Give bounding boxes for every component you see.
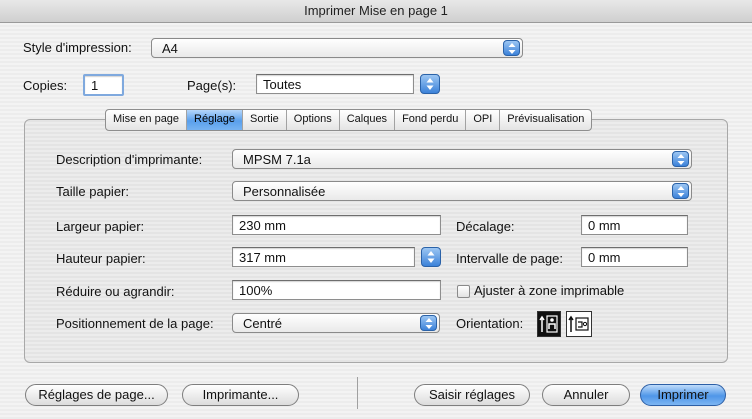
tab-bar: Mise en page Réglage Sortie Options Calq… — [105, 109, 593, 131]
copies-label: Copies: — [23, 78, 68, 93]
tab-options[interactable]: Options — [287, 110, 340, 130]
positioning-value: Centré — [243, 316, 283, 331]
updown-arrows-icon — [427, 251, 435, 263]
pages-label: Page(s): — [187, 78, 237, 93]
window-title: Imprimer Mise en page 1 — [304, 3, 448, 18]
cancel-button[interactable]: Annuler — [542, 384, 630, 406]
print-dialog: Style d'impression: A4 Copies: 1 Page(s)… — [0, 23, 752, 419]
capture-settings-button[interactable]: Saisir réglages — [414, 384, 530, 406]
print-style-select[interactable]: A4 — [151, 38, 523, 58]
window-title-bar: Imprimer Mise en page 1 — [0, 0, 752, 23]
tab-mise-en-page[interactable]: Mise en page — [106, 110, 188, 130]
paper-width-input[interactable]: 230 mm — [232, 215, 441, 235]
printer-desc-value: MPSM 7.1a — [243, 152, 311, 167]
print-style-label: Style d'impression: — [23, 40, 132, 55]
tab-previsualisation[interactable]: Prévisualisation — [500, 110, 591, 130]
tab-reglage[interactable]: Réglage — [187, 110, 244, 130]
tab-opi[interactable]: OPI — [466, 110, 501, 130]
tab-calques[interactable]: Calques — [340, 110, 396, 130]
button-divider — [357, 377, 358, 409]
paper-height-label: Hauteur papier: — [56, 251, 146, 266]
fit-printable-checkbox[interactable] — [457, 285, 470, 298]
page-setup-button[interactable]: Réglages de page... — [25, 384, 168, 406]
page-gap-label: Intervalle de page: — [456, 251, 563, 266]
copies-input[interactable]: 1 — [83, 74, 124, 96]
printer-button[interactable]: Imprimante... — [182, 384, 299, 406]
tab-fond-perdu[interactable]: Fond perdu — [395, 110, 467, 130]
positioning-label: Positionnement de la page: — [56, 316, 214, 331]
updown-arrows-icon — [672, 151, 689, 167]
paper-width-label: Largeur papier: — [56, 219, 145, 234]
paper-size-value: Personnalisée — [243, 184, 326, 199]
positioning-select[interactable]: Centré — [232, 313, 440, 333]
print-style-value: A4 — [162, 41, 178, 56]
pages-input[interactable]: Toutes — [256, 74, 414, 94]
updown-arrows-icon — [420, 315, 437, 331]
tab-sortie[interactable]: Sortie — [243, 110, 287, 130]
orientation-label: Orientation: — [456, 316, 524, 331]
paper-height-menu-button[interactable] — [421, 247, 441, 267]
printer-desc-select[interactable]: MPSM 7.1a — [232, 149, 692, 169]
offset-input[interactable]: 0 mm — [581, 215, 688, 235]
paper-size-select[interactable]: Personnalisée — [232, 181, 692, 201]
offset-label: Décalage: — [456, 219, 515, 234]
portrait-orientation-icon[interactable] — [537, 311, 561, 337]
updown-arrows-icon — [503, 40, 520, 56]
landscape-orientation-icon[interactable] — [566, 311, 592, 337]
print-button[interactable]: Imprimer — [640, 384, 726, 406]
fit-printable-label: Ajuster à zone imprimable — [474, 283, 625, 298]
page-gap-input[interactable]: 0 mm — [581, 247, 688, 267]
updown-arrows-icon — [672, 183, 689, 199]
pages-menu-button[interactable] — [420, 74, 440, 94]
updown-arrows-icon — [426, 78, 434, 90]
printer-desc-label: Description d'imprimante: — [56, 152, 203, 167]
scale-label: Réduire ou agrandir: — [56, 284, 175, 299]
scale-input[interactable]: 100% — [232, 280, 441, 300]
paper-size-label: Taille papier: — [56, 184, 129, 199]
paper-height-input[interactable]: 317 mm — [232, 247, 415, 267]
